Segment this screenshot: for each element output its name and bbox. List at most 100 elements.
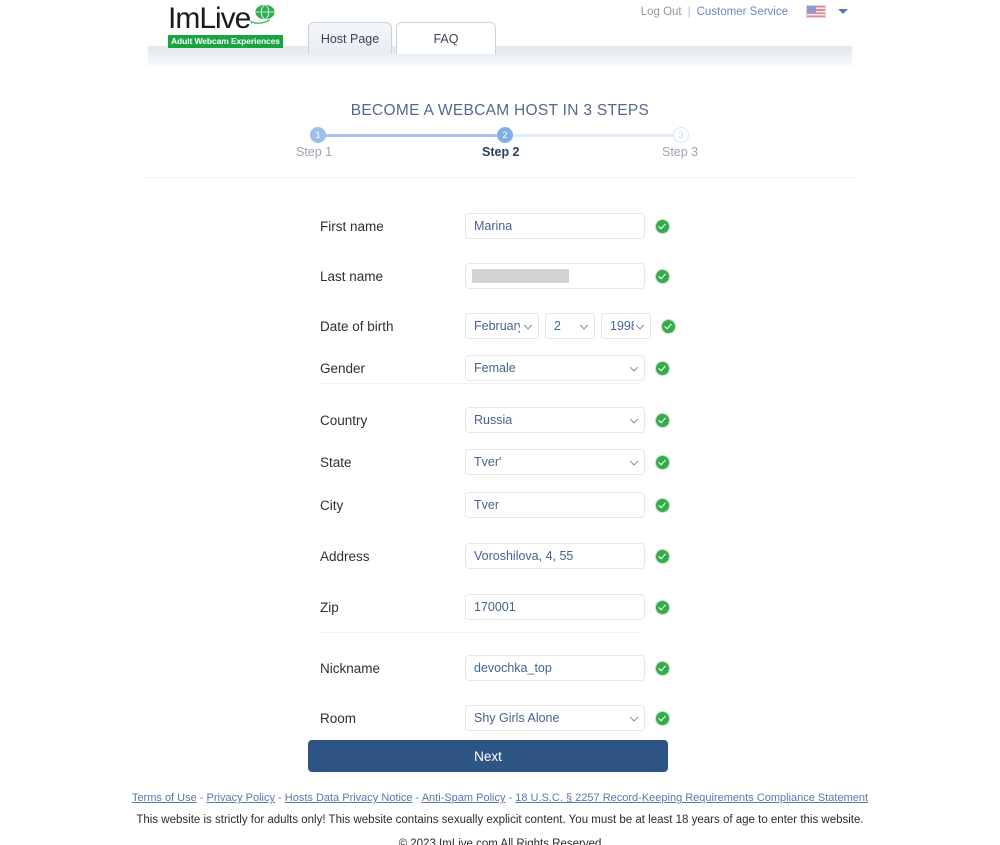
field-row-country: Country Russia	[320, 400, 680, 440]
step-line-remaining	[506, 134, 686, 137]
field-row-nickname: Nickname	[320, 648, 680, 688]
tab-host-page[interactable]: Host Page	[308, 22, 392, 54]
step-label-3: Step 3	[662, 145, 699, 159]
footer-separator: -	[196, 792, 207, 804]
header-utility-links: Log Out | Customer Service	[641, 5, 848, 18]
label-address: Address	[320, 548, 370, 564]
address-input[interactable]	[465, 543, 645, 569]
footer-separator: -	[505, 792, 516, 804]
country-select[interactable]: Russia	[465, 407, 645, 433]
section-divider-1	[320, 383, 640, 384]
valid-check-icon	[656, 219, 669, 233]
step-label-2: Step 2	[482, 145, 520, 159]
valid-check-icon	[656, 661, 669, 675]
room-wrap: Shy Girls Alone	[465, 705, 645, 731]
chevron-down-icon[interactable]	[838, 9, 848, 14]
footer-link-terms-of-use[interactable]: Terms of Use	[132, 792, 197, 804]
control-first-name	[465, 213, 669, 239]
label-zip: Zip	[320, 599, 339, 615]
control-room: Shy Girls Alone	[465, 705, 669, 731]
control-city	[465, 492, 669, 518]
logo-tagline: Adult Webcam Experiences	[168, 35, 283, 48]
footer-link-privacy-policy[interactable]: Privacy Policy	[207, 792, 275, 804]
field-row-gender: Gender Female	[320, 348, 680, 388]
globe-icon	[250, 4, 276, 25]
control-address	[465, 543, 669, 569]
control-last-name	[465, 263, 669, 289]
zip-input[interactable]	[465, 594, 645, 620]
control-zip	[465, 594, 669, 620]
footer-link-anti-spam-policy[interactable]: Anti-Spam Policy	[422, 792, 506, 804]
field-row-date-of-birth: Date of birth February 2 1998	[320, 306, 680, 346]
control-country: Russia	[465, 407, 669, 433]
dob-day-select[interactable]: 2	[545, 313, 595, 339]
footer-separator: -	[274, 792, 285, 804]
valid-check-icon	[662, 319, 675, 333]
dob-day-wrap: 2	[545, 313, 595, 339]
valid-check-icon	[656, 711, 669, 725]
first-name-input[interactable]	[465, 213, 645, 239]
field-row-room: Room Shy Girls Alone	[320, 698, 680, 738]
valid-check-icon	[656, 600, 669, 614]
tab-faq[interactable]: FAQ	[396, 22, 496, 54]
gender-select[interactable]: Female	[465, 355, 645, 381]
field-row-first-name: First name	[320, 206, 680, 246]
link-separator: |	[687, 5, 691, 18]
footer-link-hosts-data-privacy-notice[interactable]: Hosts Data Privacy Notice	[285, 792, 413, 804]
redaction-bar	[472, 269, 569, 283]
field-row-state: State Tver'	[320, 442, 680, 482]
header-divider	[145, 177, 855, 178]
label-gender: Gender	[320, 360, 366, 376]
footer-separator: -	[412, 792, 422, 804]
control-nickname	[465, 655, 669, 681]
valid-check-icon	[656, 455, 669, 469]
control-state: Tver'	[465, 449, 669, 475]
label-first-name: First name	[320, 218, 384, 234]
footer-link-2257-statement[interactable]: 18 U.S.C. § 2257 Record-Keeping Requirem…	[515, 792, 868, 804]
copyright-text: © 2023 ImLive.com All Rights Reserved	[398, 838, 602, 845]
city-input[interactable]	[465, 492, 645, 518]
adults-only-notice: This website is strictly for adults only…	[136, 814, 864, 826]
valid-check-icon	[656, 361, 669, 375]
state-wrap: Tver'	[465, 449, 645, 475]
next-button[interactable]: Next	[308, 740, 668, 772]
dob-year-select[interactable]: 1998	[601, 313, 651, 339]
step-dot-3[interactable]: 3	[673, 127, 689, 143]
valid-check-icon	[656, 413, 669, 427]
field-row-last-name: Last name	[320, 256, 680, 296]
field-row-zip: Zip	[320, 587, 680, 627]
header-gradient-band	[148, 46, 852, 66]
label-country: Country	[320, 412, 368, 428]
imlive-logo[interactable]: ImLive Adult Webcam Experiences	[168, 3, 288, 49]
step-progress-bar: 1 2 3	[310, 126, 690, 144]
step-label-1: Step 1	[296, 145, 333, 159]
room-select[interactable]: Shy Girls Alone	[465, 705, 645, 731]
field-row-city: City	[320, 485, 680, 525]
valid-check-icon	[656, 549, 669, 563]
customer-service-link[interactable]: Customer Service	[697, 6, 788, 18]
state-select[interactable]: Tver'	[465, 449, 645, 475]
dob-year-wrap: 1998	[601, 313, 651, 339]
label-last-name: Last name	[320, 268, 384, 284]
step-dot-1[interactable]: 1	[310, 127, 326, 143]
step-labels: Step 1 Step 2 Step 3	[290, 145, 710, 165]
step-line-completed	[318, 134, 508, 137]
label-state: State	[320, 454, 352, 470]
page-title: BECOME A WEBCAM HOST IN 3 STEPS	[350, 102, 650, 119]
label-city: City	[320, 497, 344, 513]
nickname-input[interactable]	[465, 655, 645, 681]
section-divider-2	[320, 632, 640, 633]
field-row-address: Address	[320, 536, 680, 576]
log-out-link[interactable]: Log Out	[641, 6, 682, 18]
site-header: ImLive Adult Webcam Experiences Host Pag…	[0, 0, 1000, 66]
label-room: Room	[320, 710, 357, 726]
us-flag-icon[interactable]	[806, 5, 826, 18]
page-root: ImLive Adult Webcam Experiences Host Pag…	[0, 0, 1000, 845]
valid-check-icon	[656, 269, 669, 283]
valid-check-icon	[656, 498, 669, 512]
dob-month-select[interactable]: February	[465, 313, 539, 339]
step-dot-2[interactable]: 2	[497, 127, 513, 143]
label-nickname: Nickname	[320, 660, 381, 676]
control-gender: Female	[465, 355, 669, 381]
site-footer: Terms of Use - Privacy Policy - Hosts Da…	[0, 790, 1000, 845]
